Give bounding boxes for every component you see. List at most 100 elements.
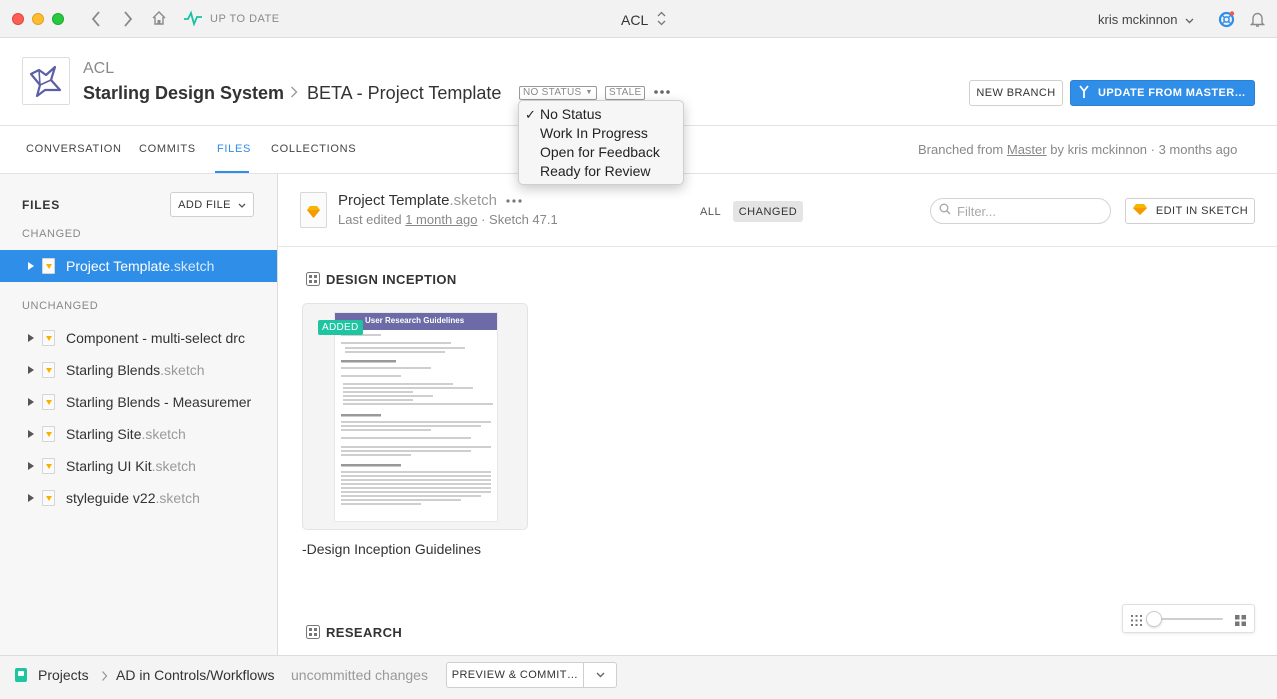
branch-info-prefix: Branched from [918,142,1007,157]
edit-in-sketch-label: EDIT IN SKETCH [1155,205,1249,217]
disclosure-triangle-icon[interactable] [28,334,34,342]
filter-input[interactable]: Filter... [930,198,1111,224]
project-selector[interactable]: ACL [621,11,666,29]
status-tag[interactable]: NO STATUS ▼ [519,86,597,100]
file-row-ext: .sketch [160,362,205,378]
title-bar: UP TO DATE ACL kris mckinnon [0,0,1277,38]
new-branch-button[interactable]: NEW BRANCH [969,80,1063,106]
master-link[interactable]: Master [1007,142,1047,157]
disclosure-triangle-icon[interactable] [28,398,34,406]
disclosure-triangle-icon[interactable] [28,462,34,470]
up-down-chevron-icon [657,11,666,29]
checkmark-icon: ✓ [525,107,536,122]
home-icon[interactable] [151,10,167,30]
unchanged-heading: UNCHANGED [22,300,99,312]
file-title: Project Template.sketch [338,192,497,209]
file-row-ext: .sketch [155,490,200,506]
file-header-divider [278,246,1277,247]
tab-collections[interactable]: COLLECTIONS [271,143,356,155]
edited-suffix: · Sketch 47.1 [477,212,558,227]
commit-options-button[interactable] [583,662,617,688]
large-grid-icon[interactable] [1235,613,1246,631]
pulse-icon [183,10,203,31]
disclosure-triangle-icon[interactable] [28,430,34,438]
disclosure-triangle-icon[interactable] [28,494,34,502]
caret-down-icon: ▼ [585,89,593,96]
help-lifebuoy-icon[interactable] [1218,11,1235,33]
project-logo [22,57,70,105]
file-row-name: styleguide v22 [66,490,156,506]
page-grid-icon [306,272,320,291]
menu-item-no-status[interactable]: No Status [540,106,601,122]
thumbnail-text-lines [341,334,493,505]
menu-item-work-in-progress[interactable]: Work In Progress [540,125,648,141]
merge-icon [1079,84,1089,102]
sync-status: UP TO DATE [210,13,280,25]
file-row-name: Starling Blends - Measuremer [66,394,252,410]
filter-changed-toggle[interactable]: CHANGED [733,201,803,222]
sketch-file-icon [300,192,327,228]
org-name: ACL [83,60,115,77]
file-row-name: Starling UI Kit [66,458,152,474]
tab-commits[interactable]: COMMITS [139,143,196,155]
user-menu[interactable]: kris mckinnon [1098,12,1194,27]
forward-icon[interactable] [122,9,134,33]
menu-item-open-for-feedback[interactable]: Open for Feedback [540,144,660,160]
file-row[interactable]: Starling Blends - Measuremer [0,386,277,418]
menu-item-ready-for-review[interactable]: Ready for Review [540,163,651,179]
sketch-file-icon [42,330,55,346]
project-name[interactable]: Starling Design System [83,83,284,104]
file-row[interactable]: Component - multi-select drc [0,322,277,354]
file-row[interactable]: styleguide v22 .sketch [0,482,277,514]
file-name: Project Template [338,192,450,209]
status-tag-label: NO STATUS [523,87,582,98]
projects-icon [15,668,27,687]
uncommitted-changes-text: uncommitted changes [291,667,428,683]
add-file-button[interactable]: ADD FILE [170,192,254,217]
tab-conversation[interactable]: CONVERSATION [26,143,122,155]
breadcrumb-chevron-icon [290,85,298,104]
footer-branch-name[interactable]: AD in Controls/Workflows [116,667,274,683]
small-grid-icon[interactable] [1131,613,1142,631]
file-row[interactable]: Starling Site .sketch [0,418,277,450]
sketch-file-icon [42,394,55,410]
artboard-name: -Design Inception Guidelines [302,541,481,557]
artboard-card[interactable]: User Research Guidelines ADDED [302,303,528,530]
zoom-window-button[interactable] [52,13,64,25]
bell-icon[interactable] [1249,11,1266,33]
file-row[interactable]: Starling Blends .sketch [0,354,277,386]
close-window-button[interactable] [12,13,24,25]
footer-projects-link[interactable]: Projects [38,667,89,683]
disclosure-triangle-icon[interactable] [28,366,34,374]
edited-link[interactable]: 1 month ago [405,212,477,227]
file-more-icon[interactable] [505,194,523,212]
file-row-name: Starling Blends [66,362,161,378]
branch-name: BETA - Project Template [307,83,502,103]
user-name: kris mckinnon [1098,12,1178,27]
file-ext: .sketch [449,192,497,209]
zoom-slider-knob[interactable] [1145,611,1162,627]
file-row-ext: .sketch [170,258,215,274]
update-from-master-label: UPDATE FROM MASTER… [1098,87,1246,99]
filter-all-toggle[interactable]: ALL [700,206,721,218]
branch-info: Branched from Master by kris mckinnon · … [918,142,1237,157]
file-row-ext: .sketch [151,458,196,474]
file-row[interactable]: Project Template .sketch [0,250,277,282]
sketch-file-icon [42,458,55,474]
page-grid-icon [306,625,320,644]
back-icon[interactable] [90,9,102,33]
sketch-file-icon [42,362,55,378]
preview-commit-button[interactable]: PREVIEW & COMMIT… [446,662,584,688]
file-row[interactable]: Starling UI Kit .sketch [0,450,277,482]
added-badge: ADDED [318,320,363,335]
stale-tag: STALE [605,86,646,100]
chevron-down-icon [238,199,246,211]
tab-files[interactable]: FILES [217,143,251,155]
sketch-file-icon [42,426,55,442]
disclosure-triangle-icon[interactable] [28,262,34,270]
edit-in-sketch-button[interactable]: EDIT IN SKETCH [1125,198,1255,224]
update-from-master-button[interactable]: UPDATE FROM MASTER… [1070,80,1255,106]
status-dropdown-menu: ✓ No Status Work In Progress Open for Fe… [518,100,684,185]
file-row-ext: .sketch [141,426,186,442]
minimize-window-button[interactable] [32,13,44,25]
